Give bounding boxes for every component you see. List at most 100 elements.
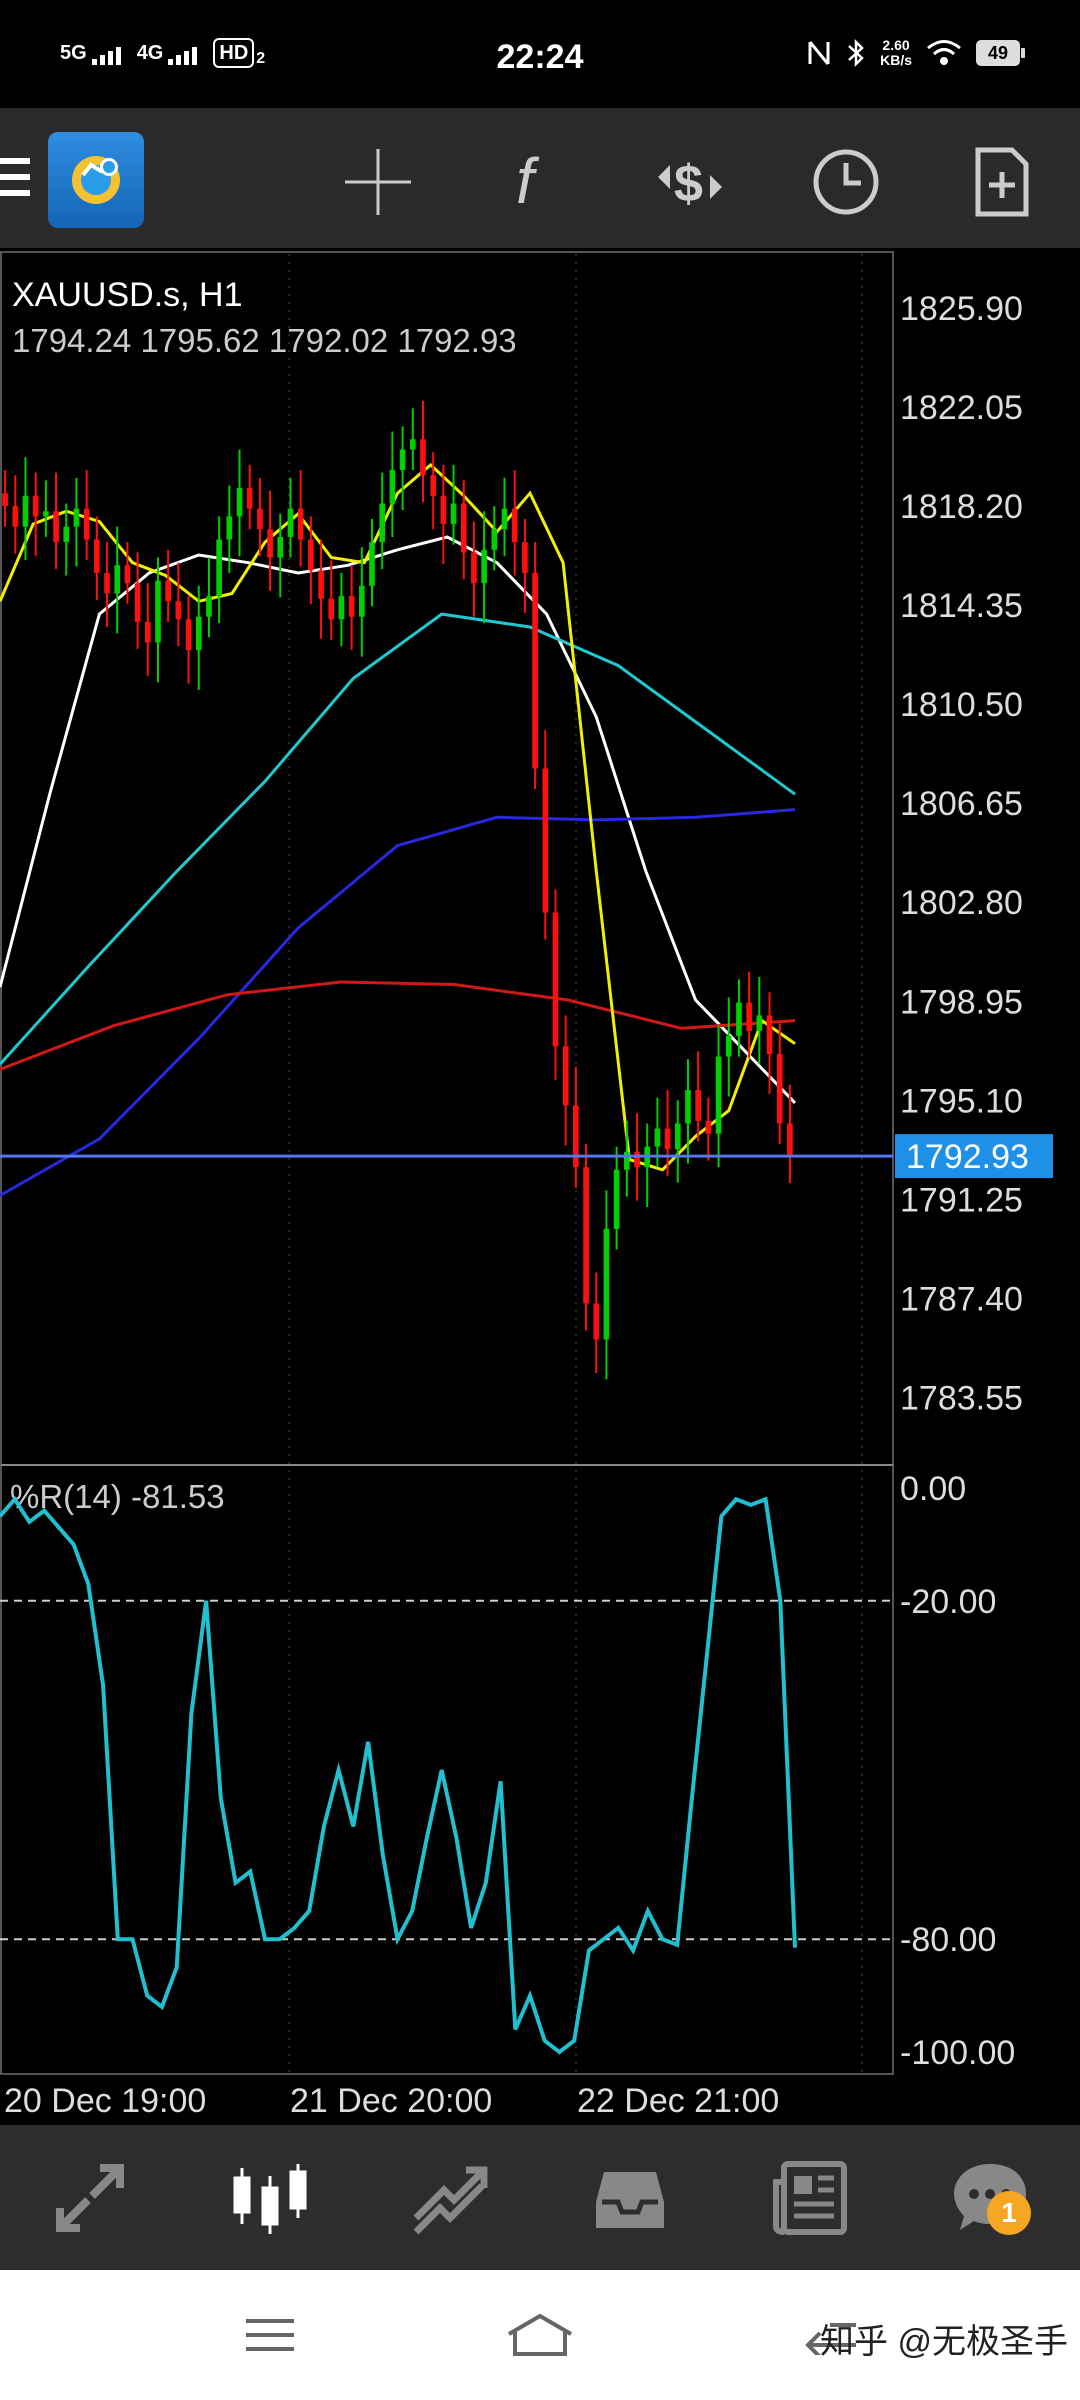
candle-body <box>542 768 549 913</box>
price-tick: 1802.80 <box>900 884 1023 922</box>
messages-badge: 1 <box>987 2190 1031 2235</box>
candle-body <box>53 511 59 543</box>
recent-apps-icon[interactable] <box>230 2310 310 2360</box>
candle-body <box>460 503 467 553</box>
watermark-text: 知乎 @无极圣手 <box>820 2323 1068 2361</box>
candle-body <box>430 475 436 496</box>
wpr-tick: -80.00 <box>900 1921 996 1959</box>
candle-body <box>114 565 121 594</box>
candle-body <box>787 1123 793 1157</box>
tab-history[interactable] <box>575 2143 685 2253</box>
price-tick: 1818.20 <box>900 488 1023 526</box>
trade-dollar-icon[interactable]: $ <box>650 142 730 222</box>
candle-body <box>134 583 141 622</box>
tab-chart[interactable] <box>215 2143 325 2253</box>
candle-body <box>83 508 90 540</box>
wpr-tick: -20.00 <box>900 1583 996 1621</box>
time-tick-2: 21 Dec 20:00 <box>290 2082 492 2120</box>
time-axis: 20 Dec 19:00 21 Dec 20:00 22 Dec 21:00 <box>4 2082 779 2120</box>
svg-text:f: f <box>516 147 540 217</box>
candle-body <box>674 1123 681 1150</box>
candle-body <box>369 542 375 586</box>
candle-body <box>511 508 518 543</box>
status-icons: 2.60 KB/s 49 <box>806 38 1025 68</box>
candle-body <box>63 526 70 543</box>
candle-body <box>552 912 559 1047</box>
candle-body <box>257 508 263 530</box>
ma-cyan-moving-average <box>0 612 796 1066</box>
symbol-title: XAUUSD.s, H1 <box>12 276 243 314</box>
candle-body <box>685 1090 691 1124</box>
candle-body <box>165 580 171 602</box>
candle-body <box>481 549 487 584</box>
candle-body <box>593 1303 600 1340</box>
candle-body <box>185 619 192 651</box>
wpr-axis: 0.00 -20.00 -80.00 -100.00 <box>900 1470 1015 2072</box>
crosshair-icon[interactable] <box>338 142 418 222</box>
clock-icon[interactable] <box>806 142 886 222</box>
price-tick: 1787.40 <box>900 1280 1023 1318</box>
candle-body <box>246 488 253 509</box>
candle-body <box>359 585 365 617</box>
new-document-icon[interactable] <box>962 142 1042 222</box>
candle-body <box>766 1015 773 1054</box>
tab-trade[interactable] <box>395 2143 505 2253</box>
menu-icon[interactable] <box>0 158 30 206</box>
bluetooth-icon <box>848 38 864 68</box>
candle-body <box>715 1056 722 1134</box>
status-bar: 5G 4G HD 2 22:24 2.60 KB/s 49 <box>0 0 1080 108</box>
candle-body <box>471 552 477 584</box>
candle-body <box>440 495 447 525</box>
candle-body <box>776 1053 783 1124</box>
candle-body <box>73 508 80 527</box>
candle-body <box>379 503 386 543</box>
candle-body <box>124 565 131 584</box>
candle-body <box>348 596 355 617</box>
candle-body <box>287 508 294 537</box>
candle-body <box>32 495 39 517</box>
metatrader-logo-icon <box>72 156 120 204</box>
home-icon[interactable] <box>500 2310 580 2360</box>
price-tick: 1822.05 <box>900 389 1023 427</box>
current-price-label: 1792.93 <box>906 1138 1029 1176</box>
candle-body <box>22 495 29 527</box>
candle-body <box>634 1151 640 1168</box>
candle-body <box>267 529 273 558</box>
price-tick: 1814.35 <box>900 587 1023 625</box>
candle-body <box>277 536 284 558</box>
candle-body <box>746 1002 752 1031</box>
ma-white-moving-average <box>0 535 797 1104</box>
price-tick: 1783.55 <box>900 1379 1023 1417</box>
price-tick: 1806.65 <box>900 785 1023 823</box>
candle-body <box>705 1120 712 1134</box>
candle-body <box>226 516 233 540</box>
candle-body <box>2 493 8 507</box>
candle-body <box>695 1090 701 1121</box>
wpr-tick: 0.00 <box>900 1470 966 1508</box>
indicator-f-icon[interactable]: f <box>494 142 574 222</box>
ohlc-values: 1794.24 1795.62 1792.02 1792.93 <box>12 322 517 359</box>
candle-body <box>308 539 314 571</box>
candle-body <box>736 1002 742 1036</box>
tab-messages[interactable]: 1 <box>935 2143 1045 2253</box>
williams-r-line <box>0 1495 797 2055</box>
app-logo[interactable] <box>48 132 144 228</box>
tab-news[interactable] <box>755 2143 865 2253</box>
candle-body <box>583 1167 589 1304</box>
nfc-icon <box>808 41 830 65</box>
tab-quotes[interactable] <box>35 2143 145 2253</box>
candle-body <box>195 616 202 651</box>
price-tick: 1795.10 <box>900 1082 1023 1120</box>
price-tick: 1791.25 <box>900 1181 1023 1219</box>
chart-toolbar: f $ <box>0 108 1080 248</box>
candle-body <box>144 621 151 643</box>
wpr-tick: -100.00 <box>900 2034 1015 2072</box>
candle-body <box>389 470 396 504</box>
candle-body <box>43 511 49 517</box>
chart-area[interactable]: XAUUSD.s, H1 1794.24 1795.62 1792.02 179… <box>0 250 1080 2125</box>
candle-body <box>562 1046 569 1106</box>
candle-body <box>532 572 538 769</box>
candle-body <box>216 539 222 597</box>
price-chart[interactable]: XAUUSD.s, H1 1794.24 1795.62 1792.02 179… <box>0 250 1080 2125</box>
candle-body <box>420 439 426 476</box>
